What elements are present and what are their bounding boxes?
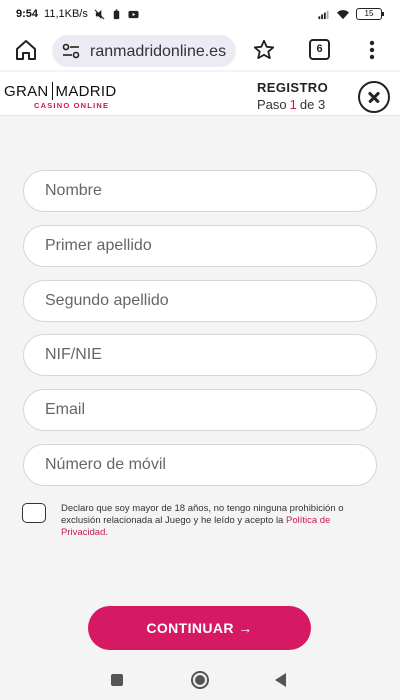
- more-vert-icon[interactable]: [364, 38, 380, 62]
- primer-apellido-input[interactable]: [24, 226, 376, 266]
- browser-toolbar: ranmadridonline.es 6: [0, 30, 400, 70]
- tune-icon[interactable]: [62, 43, 80, 59]
- mobile-number-input[interactable]: [24, 445, 376, 485]
- consent-text: Declaro que soy mayor de 18 años, no ten…: [61, 503, 361, 539]
- site-header: GRAN MADRID CASINO ONLINE REGISTRO Paso 1…: [0, 72, 400, 116]
- system-nav-bar: [0, 660, 400, 700]
- tab-switcher-button[interactable]: 6: [309, 39, 330, 60]
- logo-right: MADRID: [55, 82, 117, 100]
- back-icon[interactable]: [275, 673, 286, 687]
- nombre-input[interactable]: [24, 171, 376, 211]
- youtube-icon: [128, 10, 139, 18]
- email-field-wrapper: [23, 389, 377, 431]
- continue-button[interactable]: CONTINUAR →: [88, 606, 311, 650]
- primer-apellido-field-wrapper: [23, 225, 377, 267]
- segundo-apellido-field-wrapper: [23, 280, 377, 322]
- logo-subtitle: CASINO ONLINE: [34, 101, 110, 110]
- battery-saver-icon: [113, 8, 120, 19]
- step-label: Paso: [257, 97, 287, 112]
- registration-progress: REGISTRO Paso 1 de 3: [257, 80, 328, 112]
- logo[interactable]: GRAN MADRID CASINO ONLINE: [4, 82, 140, 110]
- url-text[interactable]: ranmadridonline.es: [90, 43, 232, 61]
- signal-icon: [318, 10, 329, 19]
- network-speed: 11,1KB/s: [44, 8, 88, 20]
- recent-apps-icon[interactable]: [111, 674, 123, 686]
- consent-period: .: [105, 527, 108, 538]
- email-input[interactable]: [24, 390, 376, 430]
- wifi-icon: [337, 9, 349, 19]
- status-bar: 9:54 11,1KB/s 15: [0, 0, 400, 30]
- step-total: de 3: [299, 97, 326, 112]
- address-bar[interactable]: ranmadridonline.es: [52, 35, 236, 67]
- segundo-apellido-input[interactable]: [24, 281, 376, 321]
- mobile-field-wrapper: [23, 444, 377, 486]
- consent-checkbox[interactable]: [22, 503, 46, 523]
- star-icon[interactable]: [252, 38, 276, 62]
- nombre-field-wrapper: [23, 170, 377, 212]
- nif-field-wrapper: [23, 334, 377, 376]
- status-time: 9:54: [16, 8, 39, 20]
- battery-icon: 15: [356, 8, 384, 20]
- home-nav-icon[interactable]: [191, 671, 209, 689]
- logo-divider: [51, 82, 53, 100]
- step-current: 1: [289, 97, 297, 112]
- step-indicator: Paso 1 de 3: [257, 97, 328, 112]
- registration-title: REGISTRO: [257, 80, 329, 95]
- home-icon[interactable]: [14, 38, 38, 62]
- nif-nie-input[interactable]: [24, 335, 376, 375]
- logo-left: GRAN: [4, 82, 49, 100]
- mute-icon: [94, 9, 105, 19]
- close-icon[interactable]: [358, 81, 390, 113]
